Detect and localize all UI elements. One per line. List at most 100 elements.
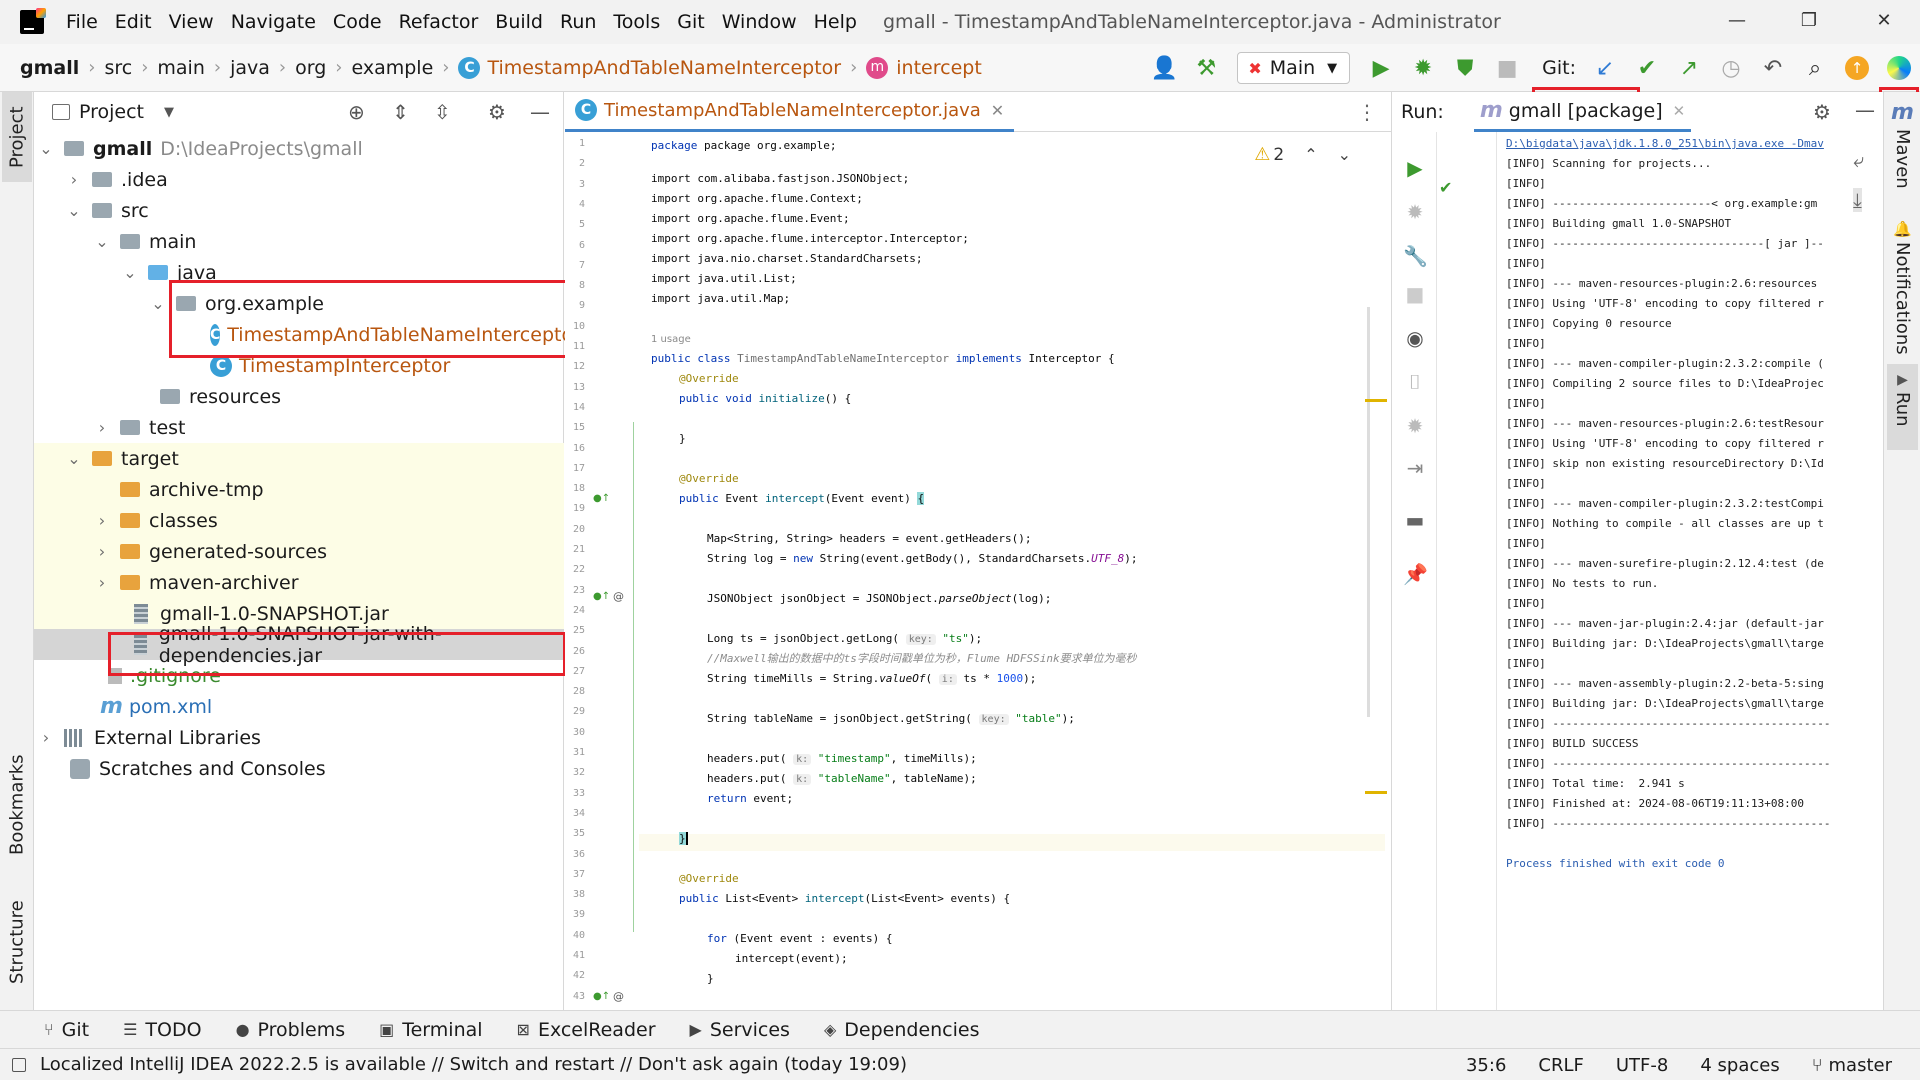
maven-tool-tab[interactable]: m Maven	[1887, 92, 1918, 202]
stop-icon[interactable]: ■	[1492, 53, 1522, 83]
services-tool-button[interactable]: ▶ Services	[690, 1019, 790, 1041]
menu-code[interactable]: Code	[333, 11, 382, 33]
tree-item-classes[interactable]: › classes	[34, 505, 564, 536]
more-options-icon[interactable]: ⋮	[1357, 100, 1377, 124]
run-configuration-select[interactable]: ✖ Main ▼	[1237, 52, 1351, 84]
close-window-button[interactable]: ✕	[1872, 10, 1896, 31]
tree-item-src[interactable]: ⌄ src	[34, 195, 564, 226]
pin-icon[interactable]: 📌	[1403, 562, 1428, 586]
menu-help[interactable]: Help	[814, 11, 857, 33]
wrench-icon[interactable]: 🔧	[1403, 244, 1428, 268]
indent-setting[interactable]: 4 spaces	[1700, 1055, 1779, 1076]
coverage-icon[interactable]: ⛊	[1450, 53, 1480, 83]
tree-item-scratches[interactable]: Scratches and Consoles	[34, 753, 564, 784]
menu-git[interactable]: Git	[677, 11, 704, 33]
build-hammer-icon[interactable]: ⚒	[1191, 53, 1221, 83]
breadcrumb-main[interactable]: main	[157, 57, 204, 79]
menu-run[interactable]: Run	[560, 11, 596, 33]
project-tool-tab[interactable]: Project	[2, 92, 32, 182]
tree-item-test[interactable]: › test	[34, 412, 564, 443]
menu-refactor[interactable]: Refactor	[399, 11, 479, 33]
dropdown-arrow-icon[interactable]: ▼	[164, 105, 174, 120]
tree-item-generated-sources[interactable]: › generated-sources	[34, 536, 564, 567]
expand-all-icon[interactable]: ⇕	[392, 100, 409, 124]
debug-icon[interactable]: ✹	[1408, 53, 1438, 83]
tree-item-timestamp-interceptor[interactable]: C TimestampInterceptor	[34, 350, 564, 381]
implements-gutter-icon[interactable]: ●↑	[593, 991, 610, 1002]
tree-item-idea[interactable]: › .idea	[34, 164, 564, 195]
breadcrumb-gmall[interactable]: gmall	[20, 57, 79, 79]
gear-icon[interactable]: ⚙	[488, 100, 506, 124]
layout-icon[interactable]: ▬	[1403, 508, 1427, 532]
git-history-icon[interactable]: ◷	[1716, 53, 1746, 83]
breadcrumb-java[interactable]: java	[230, 57, 270, 79]
locate-icon[interactable]: ⊕	[348, 100, 365, 124]
tree-item-gmall[interactable]: ⌄ gmall D:\IdeaProjects\gmall	[34, 133, 564, 164]
tree-item-target[interactable]: ⌄ target	[34, 443, 564, 474]
git-tool-button[interactable]: ⑂ Git	[44, 1019, 89, 1041]
tree-item-timestamp-and-table-name-interceptor[interactable]: C TimestampAndTableNameInterceptor	[34, 319, 581, 350]
tree-item-main[interactable]: ⌄ main	[34, 226, 564, 257]
menu-window[interactable]: Window	[722, 11, 797, 33]
menu-view[interactable]: View	[169, 11, 214, 33]
run-tool-tab[interactable]: ▶ Run	[1887, 364, 1918, 450]
excelreader-tool-button[interactable]: ⊠ ExcelReader	[517, 1019, 656, 1041]
terminal-tool-button[interactable]: ▣ Terminal	[379, 1019, 482, 1041]
line-separator[interactable]: CRLF	[1538, 1055, 1583, 1076]
menu-navigate[interactable]: Navigate	[231, 11, 316, 33]
file-encoding[interactable]: UTF-8	[1616, 1055, 1668, 1076]
git-update-icon[interactable]: ↙	[1590, 53, 1620, 83]
run-tab[interactable]: m gmall [package] ✕	[1473, 92, 1692, 132]
settings-debug-icon[interactable]: ✹	[1403, 414, 1427, 438]
breadcrumb-src[interactable]: src	[104, 57, 132, 79]
close-tab-icon[interactable]: ✕	[1673, 102, 1686, 120]
todo-tool-button[interactable]: ☰ TODO	[123, 1019, 202, 1041]
user-icon[interactable]: 👤	[1149, 53, 1179, 83]
breadcrumb-class[interactable]: C TimestampAndTableNameInterceptor	[458, 56, 841, 79]
dependencies-tool-button[interactable]: ◈ Dependencies	[824, 1019, 980, 1041]
git-push-icon[interactable]: ↗	[1674, 53, 1704, 83]
eye-icon[interactable]: ◉	[1403, 326, 1427, 350]
breadcrumb-example[interactable]: example	[351, 57, 433, 79]
run-icon[interactable]: ▶	[1366, 53, 1396, 83]
minimize-button[interactable]: —	[1725, 10, 1749, 31]
menu-file[interactable]: File	[66, 11, 98, 33]
stop-icon[interactable]: ■	[1403, 282, 1427, 306]
menu-tools[interactable]: Tools	[613, 11, 660, 33]
update-icon[interactable]: ↑	[1842, 53, 1872, 83]
gear-icon[interactable]: ⚙	[1813, 100, 1831, 124]
rerun-icon[interactable]: ▶	[1403, 156, 1427, 180]
implements-gutter-icon[interactable]: ●↑	[593, 493, 610, 504]
status-message[interactable]: Localized IntelliJ IDEA 2022.2.5 is avai…	[12, 1054, 907, 1075]
bookmarks-tool-tab[interactable]: Bookmarks	[2, 742, 32, 867]
tree-item-resources[interactable]: resources	[34, 381, 564, 412]
tree-item-jar-with-dependencies[interactable]: gmall-1.0-SNAPSHOT-jar-with-dependencies…	[34, 623, 564, 667]
structure-tool-tab[interactable]: Structure	[2, 882, 32, 1002]
breadcrumb-method[interactable]: m intercept	[866, 56, 982, 79]
project-panel-title[interactable]: Project	[79, 101, 144, 123]
menu-build[interactable]: Build	[495, 11, 543, 33]
implements-gutter-icon[interactable]: ●↑	[593, 591, 610, 602]
tree-item-org-example[interactable]: ⌄ org.example	[34, 288, 564, 319]
tree-item-pom[interactable]: m pom.xml	[34, 691, 564, 722]
tree-item-archive-tmp[interactable]: archive-tmp	[34, 474, 564, 505]
jetbrains-toolbox-icon[interactable]	[1884, 53, 1914, 83]
login-icon[interactable]: ⇥	[1403, 456, 1427, 480]
restore-button[interactable]: ❐	[1797, 10, 1821, 31]
camera-icon[interactable]: ⌷	[1403, 370, 1427, 394]
collapse-all-icon[interactable]: ⇳	[434, 100, 451, 124]
console-output[interactable]: D:\bigdata\java\jdk.1.8.0_251\bin\java.e…	[1506, 132, 1876, 1010]
hide-panel-icon[interactable]: —	[1855, 98, 1875, 122]
close-tab-icon[interactable]: ✕	[991, 101, 1004, 120]
tree-item-external-libraries[interactable]: › External Libraries	[34, 722, 564, 753]
problems-tool-button[interactable]: ● Problems	[236, 1019, 346, 1041]
tree-item-gitignore[interactable]: .gitignore	[34, 660, 564, 691]
usage-hint[interactable]: 1 usage	[651, 330, 691, 348]
code-area[interactable]: package package org.example; import com.…	[651, 132, 1371, 1010]
debug-icon[interactable]: ✹	[1403, 200, 1427, 224]
menu-edit[interactable]: Edit	[115, 11, 152, 33]
search-icon[interactable]: ⌕	[1800, 53, 1830, 83]
console-command-link[interactable]: D:\bigdata\java\jdk.1.8.0_251\bin\java.e…	[1506, 134, 1824, 154]
editor-tab[interactable]: C TimestampAndTableNameInterceptor.java …	[565, 92, 1015, 132]
hide-panel-icon[interactable]: —	[530, 100, 550, 124]
